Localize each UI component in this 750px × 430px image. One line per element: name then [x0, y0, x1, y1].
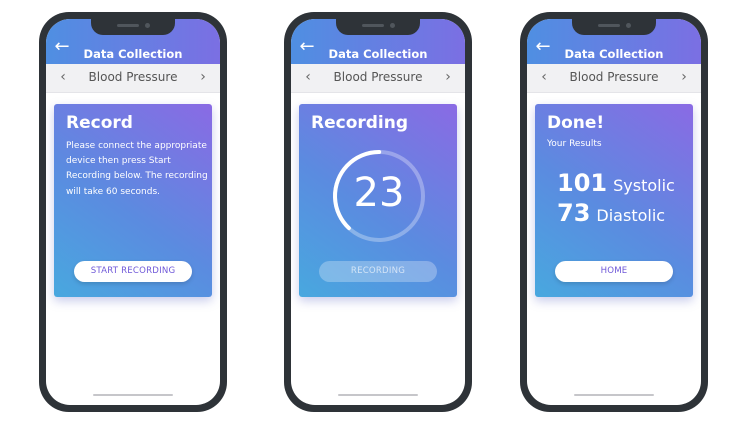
systolic-value: 101 — [557, 169, 608, 197]
sub-nav-label: Blood Pressure — [333, 70, 423, 84]
results-card: Done! Your Results 101 Systolic 73 Diastol… — [535, 104, 693, 297]
record-card: Record Please connect the appropriate de… — [54, 104, 212, 297]
phone-recording: ← Data Collection ‹ Blood Pressure › Rec… — [284, 12, 472, 412]
home-indicator — [574, 394, 654, 396]
phone-record: ← Data Collection ‹ Blood Pressure › Rec… — [39, 12, 227, 412]
page-title: Data Collection — [83, 47, 183, 61]
card-subtitle: Your Results — [547, 139, 602, 149]
home-button[interactable]: HOME — [555, 261, 673, 282]
start-recording-button[interactable]: START RECORDING — [74, 261, 192, 282]
timer-value: 23 — [353, 170, 405, 216]
diastolic-label: Diastolic — [596, 206, 666, 225]
phone-notch — [572, 19, 656, 35]
screen: ← Data Collection ‹ Blood Pressure › Rec… — [46, 19, 220, 405]
card-title: Recording — [311, 113, 409, 133]
chevron-right-icon[interactable]: › — [440, 69, 456, 85]
screen: ← Data Collection ‹ Blood Pressure › Rec… — [291, 19, 465, 405]
sub-nav: ‹ Blood Pressure › — [46, 64, 220, 93]
phone-notch — [336, 19, 420, 35]
chevron-right-icon[interactable]: › — [676, 69, 692, 85]
card-title: Done! — [547, 113, 605, 133]
diastolic-value: 73 — [557, 199, 591, 227]
card-title: Record — [66, 113, 133, 133]
page-title: Data Collection — [328, 47, 428, 61]
phone-notch — [91, 19, 175, 35]
sub-nav-label: Blood Pressure — [88, 70, 178, 84]
diastolic-result: 73 Diastolic — [557, 199, 665, 227]
page-title: Data Collection — [564, 47, 664, 61]
home-indicator — [338, 394, 418, 396]
screen: ← Data Collection ‹ Blood Pressure › Don… — [527, 19, 701, 405]
sub-nav: ‹ Blood Pressure › — [527, 64, 701, 93]
sub-nav: ‹ Blood Pressure › — [291, 64, 465, 93]
recording-button: RECORDING — [319, 261, 437, 282]
sub-nav-label: Blood Pressure — [569, 70, 659, 84]
countdown-timer: 23 — [330, 147, 428, 245]
chevron-right-icon[interactable]: › — [195, 69, 211, 85]
home-indicator — [93, 394, 173, 396]
systolic-result: 101 Systolic — [557, 169, 675, 197]
recording-card: Recording 23 RECORDING — [299, 104, 457, 297]
systolic-label: Systolic — [613, 176, 675, 195]
card-instructions: Please connect the appropriate device th… — [66, 141, 208, 197]
phone-done: ← Data Collection ‹ Blood Pressure › Don… — [520, 12, 708, 412]
